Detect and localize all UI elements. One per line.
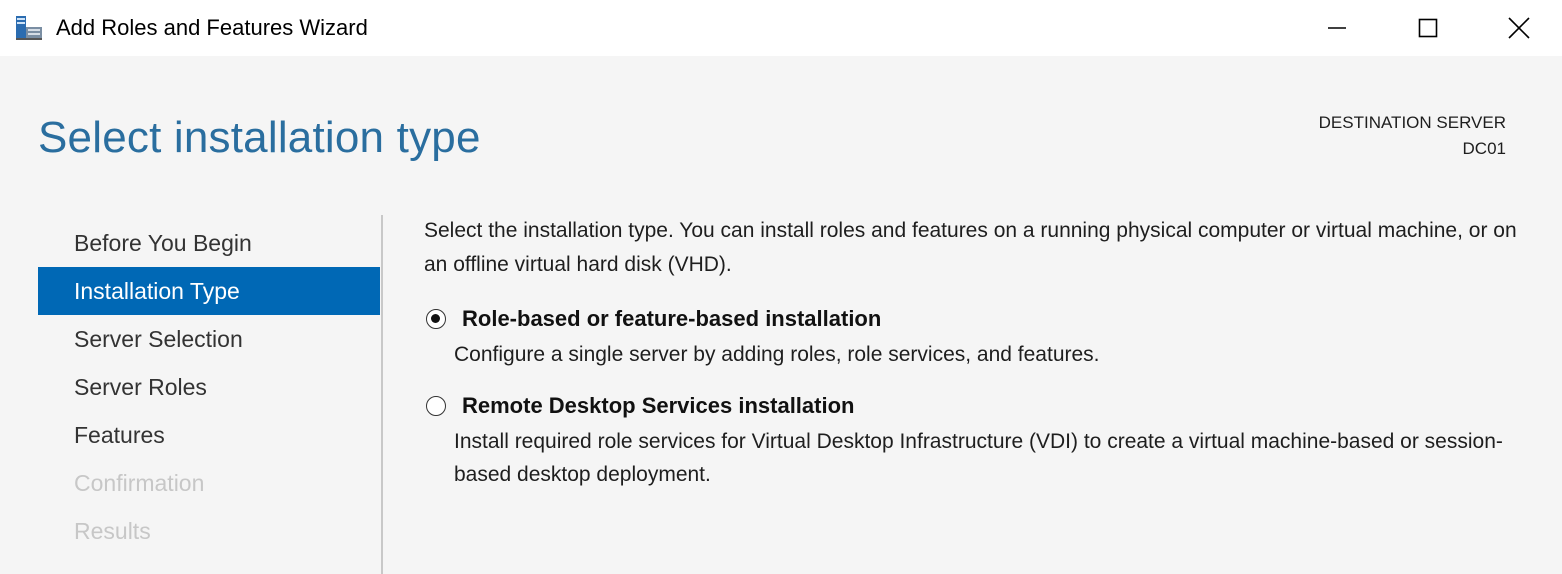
title-bar[interactable]: Add Roles and Features Wizard	[0, 0, 1562, 56]
intro-text: Select the installation type. You can in…	[424, 219, 1517, 276]
role-based-radio[interactable]	[426, 309, 446, 329]
role-based-description: Configure a single server by adding role…	[454, 343, 1100, 366]
main-content: Select the installation type. You can in…	[424, 214, 1534, 491]
remote-desktop-radio[interactable]	[426, 396, 446, 416]
nav-item-server-selection[interactable]: Server Selection	[38, 315, 380, 363]
page-title: Select installation type	[38, 113, 481, 162]
maximize-button[interactable]	[1383, 0, 1473, 56]
nav-item-server-roles[interactable]: Server Roles	[38, 363, 380, 411]
remote-desktop-label[interactable]: Remote Desktop Services installation	[462, 391, 1534, 421]
nav-item-features[interactable]: Features	[38, 411, 380, 459]
close-button[interactable]	[1474, 0, 1562, 56]
option-remote-desktop[interactable]: Remote Desktop Services installation Ins…	[424, 391, 1534, 491]
wizard-window: Add Roles and Features Wizard Select ins…	[0, 0, 1562, 574]
nav-item-installation-type[interactable]: Installation Type	[38, 267, 380, 315]
remote-desktop-description: Install required role services for Virtu…	[454, 430, 1503, 486]
close-icon	[1508, 17, 1530, 39]
option-role-based[interactable]: Role-based or feature-based installation…	[424, 304, 1534, 371]
destination-server-name: DC01	[1462, 139, 1506, 158]
maximize-icon	[1418, 18, 1438, 38]
radio-selected-dot	[431, 314, 440, 323]
role-based-label[interactable]: Role-based or feature-based installation	[462, 304, 1534, 334]
destination-server-info: DESTINATION SERVER DC01	[1319, 110, 1506, 162]
wizard-steps-nav: Before You Begin Installation Type Serve…	[38, 219, 380, 555]
nav-item-results: Results	[74, 518, 151, 544]
server-manager-icon	[14, 14, 44, 42]
nav-divider	[381, 215, 383, 574]
nav-item-confirmation: Confirmation	[74, 470, 205, 496]
window-title: Add Roles and Features Wizard	[56, 15, 368, 40]
minimize-icon	[1328, 27, 1346, 29]
minimize-button[interactable]	[1292, 0, 1382, 56]
destination-server-label: DESTINATION SERVER	[1318, 113, 1506, 132]
nav-item-before-you-begin[interactable]: Before You Begin	[38, 219, 380, 267]
